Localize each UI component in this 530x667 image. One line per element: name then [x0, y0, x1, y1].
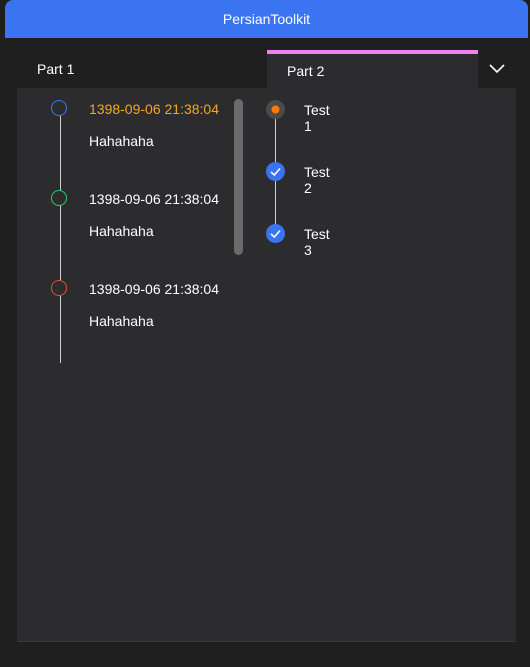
timeline-dot-icon — [51, 280, 67, 296]
chevron-down-icon — [489, 64, 505, 74]
title-bar: PersianToolkit — [5, 0, 528, 38]
step-item[interactable]: Test 1 — [17, 88, 330, 134]
timeline-time: 1398-09-06 21:38:04 — [89, 281, 219, 297]
step-current-icon — [266, 100, 285, 119]
tab-part-1[interactable]: Part 1 — [17, 50, 267, 88]
step-label: Test 1 — [304, 102, 330, 134]
tab-bar: Part 1 Part 2 — [17, 38, 516, 88]
timeline-dot-icon — [51, 190, 67, 206]
tab-content: 1398-09-06 21:38:04 Hahahaha 1398-09-06 … — [17, 88, 516, 642]
check-icon — [266, 162, 285, 181]
step-label: Test 3 — [304, 226, 330, 258]
timeline-text: Hahahaha — [89, 313, 154, 329]
tab-overflow-button[interactable] — [478, 50, 516, 88]
step-label: Test 2 — [304, 164, 330, 196]
timeline-time: 1398-09-06 21:38:04 — [89, 191, 219, 207]
tab-label: Part 2 — [287, 63, 325, 79]
check-icon — [266, 224, 285, 243]
step-item[interactable]: Test 3 — [17, 212, 330, 258]
step-item[interactable]: Test 2 — [17, 150, 330, 196]
tab-label: Part 1 — [37, 61, 75, 77]
window-title: PersianToolkit — [222, 11, 311, 27]
tab-part-2[interactable]: Part 2 — [267, 50, 478, 88]
timeline-text: Hahahaha — [89, 133, 154, 149]
timeline-item: 1398-09-06 21:38:04 Hahahaha — [17, 268, 247, 348]
